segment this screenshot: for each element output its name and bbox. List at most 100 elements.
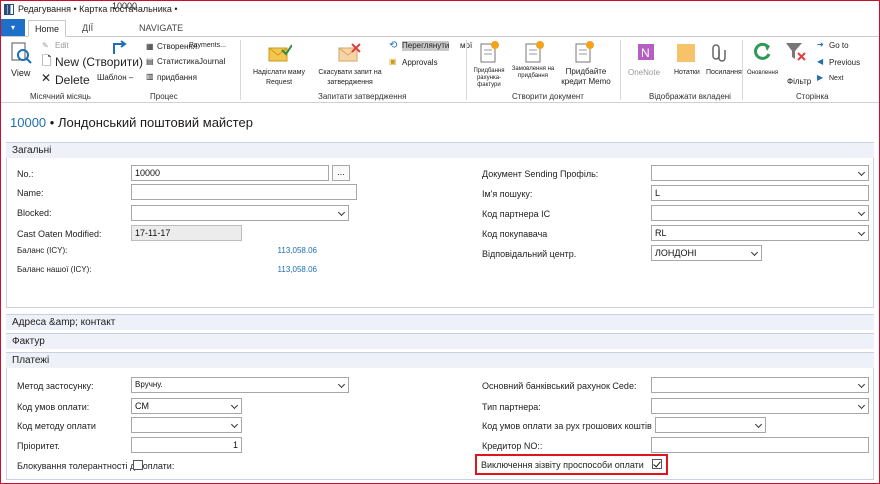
- no-label: No.:: [17, 169, 34, 179]
- ribbon-divider: [466, 40, 467, 100]
- partner-type-label: Тип партнера:: [482, 402, 541, 412]
- purchaser-select[interactable]: RL: [651, 225, 869, 241]
- group-label-process: Процес: [150, 92, 178, 101]
- ribbon-divider: [620, 40, 621, 100]
- app-icon: [4, 4, 14, 15]
- file-menu-button[interactable]: ▾: [1, 19, 25, 36]
- search-name-label: Ім'я пошуку:: [482, 189, 533, 199]
- priority-field[interactable]: 1: [131, 437, 242, 453]
- journal-button[interactable]: Journal: [199, 57, 225, 67]
- group-label-approval: Запитати затвердження: [318, 92, 407, 101]
- cash-flow-terms-select[interactable]: [655, 417, 766, 433]
- payment-terms-select[interactable]: CM: [131, 398, 242, 414]
- purchases-button[interactable]: придбання: [157, 73, 197, 83]
- balance-due-value[interactable]: 113,058.06: [240, 265, 317, 274]
- blocked-select[interactable]: [131, 205, 349, 221]
- delete-button[interactable]: Delete: [55, 74, 90, 87]
- section-invoicing-header[interactable]: Фактур: [6, 333, 874, 349]
- doc-sending-select[interactable]: [651, 165, 869, 181]
- highlight-box: [475, 454, 668, 475]
- template-button[interactable]: Шаблон –: [97, 73, 133, 83]
- view-icon[interactable]: [10, 42, 32, 64]
- creditor-no-field[interactable]: [651, 437, 869, 453]
- payment-terms-label: Код умов оплати:: [17, 402, 90, 412]
- ribbon-tab-row: [0, 19, 880, 37]
- previous-icon: ◀: [817, 57, 824, 66]
- purchase-invoice-icon: [480, 41, 499, 63]
- no-assist-button[interactable]: ...: [332, 165, 350, 181]
- page-title: 10000 • Лондонський поштовий майстер: [10, 115, 253, 130]
- window-title: Редагування • Картка постачальника •: [18, 4, 178, 14]
- tab-home[interactable]: Home: [28, 20, 67, 37]
- cancel-approval-icon: [338, 43, 361, 62]
- send-approval-button[interactable]: Надіслати маму Request: [247, 68, 311, 88]
- title-bar: Редагування • Картка постачальника • 100…: [0, 0, 880, 20]
- notes-icon: [677, 44, 695, 62]
- ribbon-divider: [742, 40, 743, 100]
- statistics-button[interactable]: Статистика: [157, 57, 199, 67]
- resp-center-select[interactable]: ЛОНДОНІ: [651, 245, 762, 261]
- cancel-approval-button[interactable]: Скасувати запит на затвердження: [311, 68, 389, 88]
- statistics-icon: ▤: [146, 57, 154, 66]
- edit-button[interactable]: Edit: [55, 41, 69, 51]
- svg-text:N: N: [641, 46, 650, 60]
- purchase-order-button[interactable]: Замовлення на придбання: [508, 66, 558, 80]
- payment-method-label: Код методу оплати: [17, 421, 96, 431]
- preferred-bank-select[interactable]: [651, 377, 869, 393]
- page-title-name: • Лондонський поштовий майстер: [49, 115, 253, 130]
- application-method-select[interactable]: Вручну.: [131, 377, 349, 393]
- onenote-button[interactable]: OneNote: [628, 68, 660, 78]
- section-address-header[interactable]: Адреса &amp; контакт: [6, 314, 874, 330]
- priority-label: Пріоритет.: [17, 441, 60, 451]
- ic-partner-label: Код партнера IC: [482, 209, 551, 219]
- name-field[interactable]: [131, 184, 357, 200]
- preferred-bank-label: Основний банківський рахунок Cede:: [482, 381, 637, 391]
- ic-partner-select[interactable]: [651, 205, 869, 221]
- purchaser-label: Код покупавача: [482, 229, 548, 239]
- template-icon: [113, 40, 127, 54]
- payments-button[interactable]: Payments...: [189, 41, 226, 51]
- balance-value[interactable]: 113,058.06: [240, 246, 317, 255]
- partner-type-select[interactable]: [651, 398, 869, 414]
- onenote-icon: N: [638, 44, 654, 60]
- notes-button[interactable]: Нотатки: [674, 68, 700, 78]
- filter-button[interactable]: Фільтр: [787, 77, 811, 87]
- links-icon: [712, 44, 726, 62]
- refresh-button[interactable]: Оновлення: [747, 68, 778, 78]
- overview-button[interactable]: Переглянути: [402, 41, 450, 51]
- purchase-credit-button[interactable]: Придбайте кредит Memo: [558, 67, 614, 87]
- group-label-period: Місячний місяць: [30, 92, 91, 101]
- tab-navigate[interactable]: NAVIGATE: [133, 20, 189, 37]
- search-name-field[interactable]: L: [651, 185, 869, 201]
- refresh-icon: [754, 42, 771, 60]
- group-label-page: Сторінка: [796, 92, 829, 101]
- page-title-number: 10000: [10, 115, 47, 130]
- purchases-icon: ▥: [146, 72, 154, 81]
- group-label-create-doc: Створити документ: [512, 92, 584, 101]
- previous-button[interactable]: Previous: [829, 58, 860, 68]
- goto-icon: ➜: [817, 40, 824, 49]
- payment-method-select[interactable]: [131, 417, 242, 433]
- approvals-button[interactable]: Approvals: [402, 58, 438, 68]
- section-general-header[interactable]: Загальні: [6, 142, 874, 158]
- blocked-label: Blocked:: [17, 208, 52, 218]
- edit-icon: ✎: [42, 41, 49, 50]
- ribbon-divider: [240, 40, 241, 100]
- create-icon: ▦: [146, 42, 154, 51]
- block-tolerance-checkbox[interactable]: [133, 460, 143, 470]
- purchase-invoice-button[interactable]: Придбання рахунка-фактури: [469, 68, 509, 89]
- send-approval-icon: [268, 44, 292, 62]
- section-payments-header[interactable]: Платежі: [6, 352, 874, 368]
- resp-center-label: Відповідальний центр.: [482, 249, 577, 259]
- approvals-icon: ▣: [389, 57, 397, 66]
- creditor-no-label: Кредитор NO::: [482, 441, 543, 451]
- view-button[interactable]: View: [11, 68, 30, 78]
- delete-icon: ✕: [41, 71, 52, 85]
- goto-button[interactable]: Go to: [829, 41, 849, 51]
- no-field[interactable]: 10000: [131, 165, 329, 181]
- cash-flow-terms-label: Код умов оплати за рух грошових коштів: [482, 421, 652, 431]
- links-button[interactable]: Посилання: [706, 68, 742, 78]
- tab-actions[interactable]: ДІЇ: [76, 20, 99, 37]
- next-button[interactable]: Next: [829, 74, 843, 84]
- overview-icon: ⟲: [389, 40, 398, 51]
